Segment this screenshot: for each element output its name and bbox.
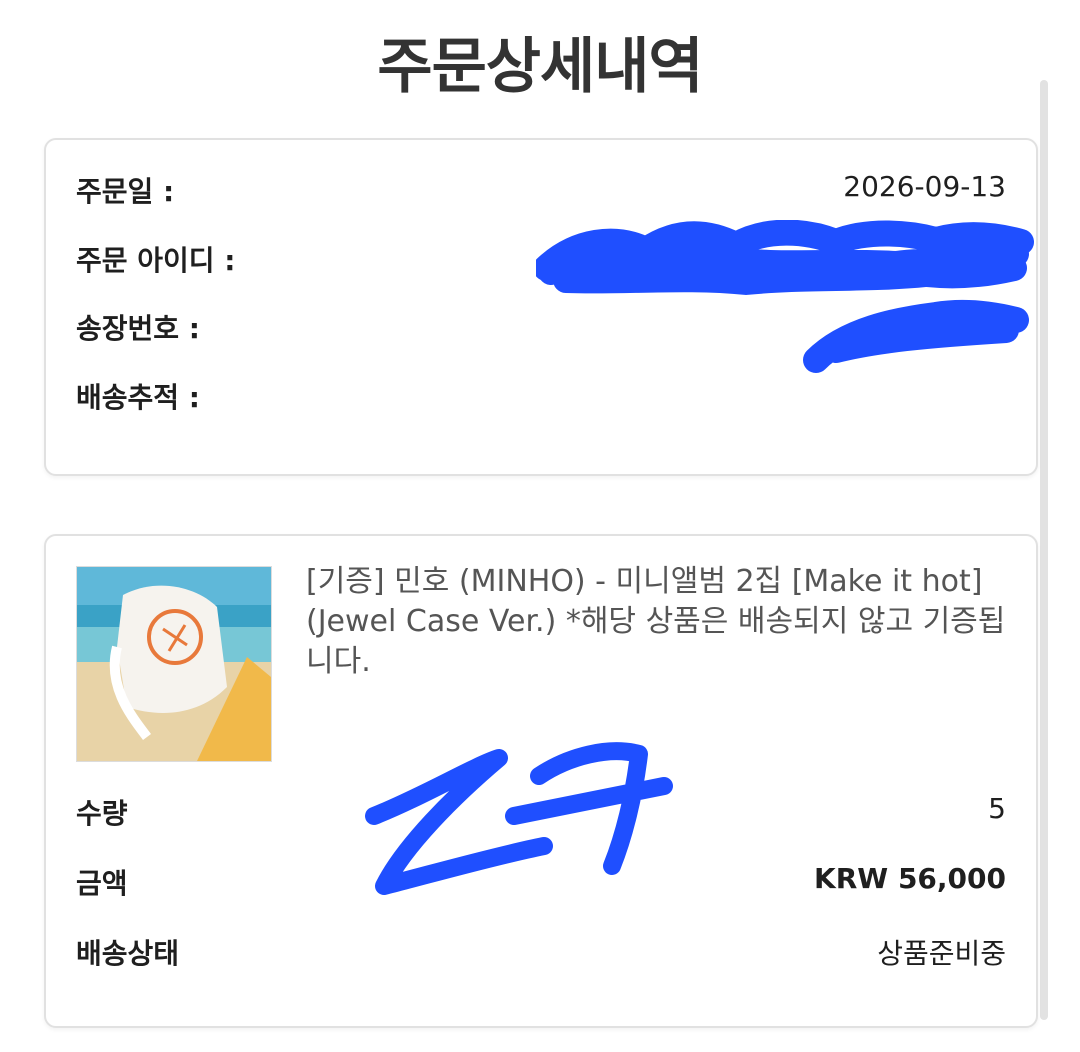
scrollbar[interactable] bbox=[1040, 80, 1048, 1020]
order-date-label: 주문일 : bbox=[76, 175, 175, 208]
order-date-row: 주문일 : 2026-09-13 bbox=[76, 170, 1006, 210]
page-title: 주문상세내역 bbox=[377, 32, 703, 102]
product-card: [기증] 민호 (MINHO) - 미니앨범 2집 [Make it hot] … bbox=[44, 534, 1038, 1028]
delivery-status-row: 배송상태 상품준비중 bbox=[76, 932, 1006, 972]
quantity-label: 수량 bbox=[76, 797, 128, 830]
order-date-value: 2026-09-13 bbox=[843, 170, 1006, 203]
tracking-label: 배송추적 : bbox=[76, 381, 200, 414]
delivery-status-label: 배송상태 bbox=[76, 937, 180, 970]
invoice-label: 송장번호 : bbox=[76, 312, 200, 345]
order-id-label: 주문 아이디 : bbox=[76, 244, 236, 277]
invoice-row: 송장번호 : bbox=[76, 307, 1006, 347]
order-id-row: 주문 아이디 : bbox=[76, 239, 1006, 279]
amount-label: 금액 bbox=[76, 867, 128, 900]
album-thumbnail[interactable] bbox=[76, 566, 272, 762]
amount-value: KRW 56,000 bbox=[814, 862, 1006, 895]
quantity-value: 5 bbox=[988, 792, 1006, 825]
order-info-card: 주문일 : 2026-09-13 주문 아이디 : 송장번호 : 배송추적 : bbox=[44, 138, 1038, 476]
tracking-row: 배송추적 : bbox=[76, 376, 1006, 416]
amount-row: 금액 KRW 56,000 bbox=[76, 862, 1006, 902]
delivery-status-value: 상품준비중 bbox=[877, 937, 1006, 970]
product-name[interactable]: [기증] 민호 (MINHO) - 미니앨범 2집 [Make it hot] … bbox=[306, 562, 1006, 682]
quantity-row: 수량 5 bbox=[76, 792, 1006, 832]
